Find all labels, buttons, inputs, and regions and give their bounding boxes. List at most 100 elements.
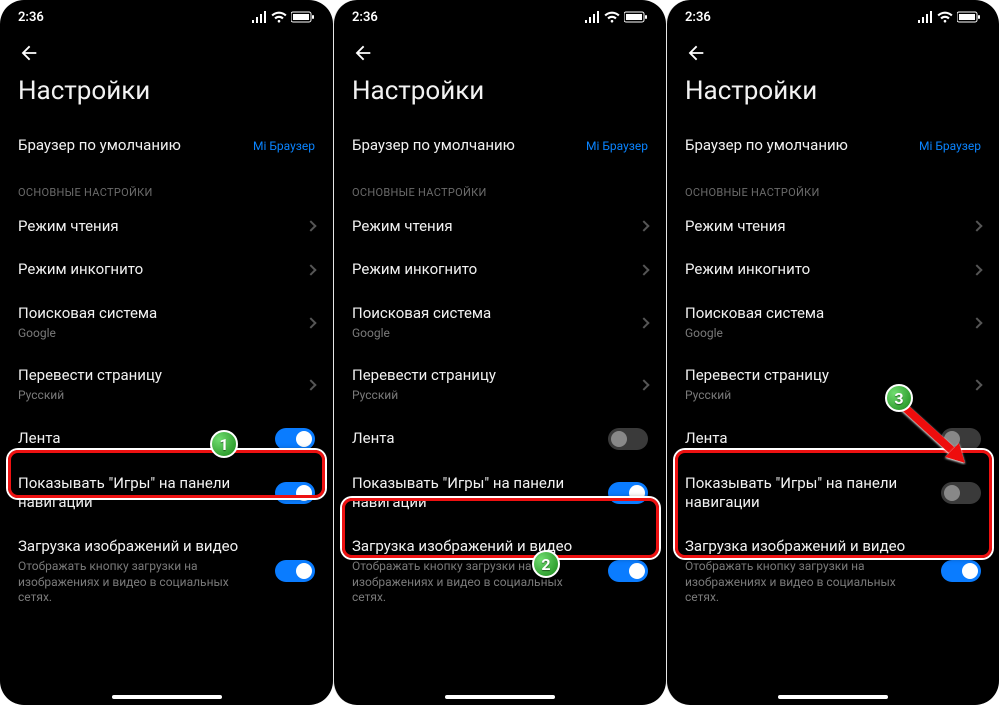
row-search-engine[interactable]: Поисковая система Google	[667, 292, 999, 354]
reading-mode-label: Режим чтения	[685, 217, 963, 237]
chevron-right-icon	[638, 221, 649, 232]
chevron-right-icon	[971, 264, 982, 275]
battery-icon	[624, 11, 648, 23]
row-reading-mode[interactable]: Режим чтения	[334, 205, 666, 249]
translate-label: Перевести страницу	[352, 366, 630, 386]
clock: 2:36	[18, 10, 44, 25]
status-bar: 2:36	[0, 0, 333, 34]
translate-value: Русский	[685, 388, 963, 404]
translate-value: Русский	[18, 388, 297, 404]
row-download-media[interactable]: Загрузка изображений и видео Отображать …	[667, 525, 999, 618]
default-browser-value: Mi Браузер	[919, 139, 981, 153]
back-row	[334, 34, 666, 66]
feed-toggle[interactable]	[275, 428, 315, 450]
download-media-toggle[interactable]	[941, 560, 981, 582]
row-show-games[interactable]: Показывать "Игры" на панели навигации	[0, 462, 333, 525]
show-games-label: Показывать "Игры" на панели навигации	[685, 474, 931, 513]
status-icons	[584, 11, 648, 23]
page-title: Настройки	[334, 66, 666, 124]
chevron-right-icon	[305, 221, 316, 232]
download-media-toggle[interactable]	[608, 560, 648, 582]
status-icons	[917, 11, 981, 23]
translate-value: Русский	[352, 388, 630, 404]
phone-screen-3: 2:36 Настройки Браузер по умолчанию Mi Б…	[666, 0, 999, 705]
row-show-games[interactable]: Показывать "Игры" на панели навигации	[334, 462, 666, 525]
gesture-bar[interactable]	[112, 695, 222, 699]
show-games-label: Показывать "Игры" на панели навигации	[352, 474, 598, 513]
battery-icon	[957, 11, 981, 23]
row-translate[interactable]: Перевести страницу Русский	[667, 354, 999, 416]
default-browser-label: Браузер по умолчанию	[685, 136, 909, 156]
row-translate[interactable]: Перевести страницу Русский	[0, 354, 333, 416]
row-download-media[interactable]: Загрузка изображений и видео Отображать …	[0, 525, 333, 618]
search-engine-value: Google	[685, 326, 963, 342]
download-media-label: Загрузка изображений и видео	[685, 537, 931, 557]
section-main-header: ОСНОВНЫЕ НАСТРОЙКИ	[0, 168, 333, 205]
status-bar: 2:36	[667, 0, 999, 34]
feed-toggle[interactable]	[941, 428, 981, 450]
feed-label: Лента	[18, 429, 265, 449]
download-media-toggle[interactable]	[275, 560, 315, 582]
back-row	[0, 34, 333, 66]
incognito-mode-label: Режим инкогнито	[352, 260, 630, 280]
row-reading-mode[interactable]: Режим чтения	[0, 205, 333, 249]
row-show-games[interactable]: Показывать "Игры" на панели навигации	[667, 462, 999, 525]
incognito-mode-label: Режим инкогнито	[18, 260, 297, 280]
chevron-right-icon	[971, 379, 982, 390]
back-icon[interactable]	[18, 42, 315, 64]
reading-mode-label: Режим чтения	[18, 217, 297, 237]
signal-icon	[251, 11, 267, 23]
games-toggle[interactable]	[608, 482, 648, 504]
phone-screen-2: 2:36 Настройки Браузер по умолчанию Mi Б…	[333, 0, 666, 705]
row-feed[interactable]: Лента	[334, 416, 666, 462]
default-browser-value: Mi Браузер	[586, 139, 648, 153]
row-feed[interactable]: Лента	[667, 416, 999, 462]
chevron-right-icon	[971, 221, 982, 232]
clock: 2:36	[685, 10, 711, 25]
search-engine-value: Google	[18, 326, 297, 342]
feed-label: Лента	[685, 429, 931, 449]
search-engine-label: Поисковая система	[352, 304, 630, 324]
feed-toggle[interactable]	[608, 428, 648, 450]
signal-icon	[584, 11, 600, 23]
download-media-label: Загрузка изображений и видео	[352, 537, 598, 557]
games-toggle[interactable]	[941, 482, 981, 504]
row-translate[interactable]: Перевести страницу Русский	[334, 354, 666, 416]
show-games-label: Показывать "Игры" на панели навигации	[18, 474, 265, 513]
chevron-right-icon	[971, 317, 982, 328]
wifi-icon	[937, 11, 953, 23]
row-default-browser[interactable]: Браузер по умолчанию Mi Браузер	[0, 124, 333, 168]
back-icon[interactable]	[685, 42, 981, 64]
chevron-right-icon	[638, 379, 649, 390]
row-feed[interactable]: Лента	[0, 416, 333, 462]
back-icon[interactable]	[352, 42, 648, 64]
row-download-media[interactable]: Загрузка изображений и видео Отображать …	[334, 525, 666, 618]
download-media-sub: Отображать кнопку загрузки на изображени…	[18, 559, 265, 606]
signal-icon	[917, 11, 933, 23]
gesture-bar[interactable]	[445, 695, 555, 699]
battery-icon	[291, 11, 315, 23]
games-toggle[interactable]	[275, 482, 315, 504]
clock: 2:36	[352, 10, 378, 25]
row-search-engine[interactable]: Поисковая система Google	[0, 292, 333, 354]
incognito-mode-label: Режим инкогнито	[685, 260, 963, 280]
chevron-right-icon	[638, 317, 649, 328]
search-engine-value: Google	[352, 326, 630, 342]
gesture-bar[interactable]	[778, 695, 888, 699]
status-bar: 2:36	[334, 0, 666, 34]
row-reading-mode[interactable]: Режим чтения	[667, 205, 999, 249]
row-default-browser[interactable]: Браузер по умолчанию Mi Браузер	[667, 124, 999, 168]
row-incognito-mode[interactable]: Режим инкогнито	[0, 248, 333, 292]
default-browser-label: Браузер по умолчанию	[18, 136, 243, 156]
phone-screen-1: 2:36 Настройки Браузер по умолчанию Mi Б…	[0, 0, 333, 705]
row-incognito-mode[interactable]: Режим инкогнито	[667, 248, 999, 292]
row-incognito-mode[interactable]: Режим инкогнито	[334, 248, 666, 292]
row-search-engine[interactable]: Поисковая система Google	[334, 292, 666, 354]
search-engine-label: Поисковая система	[18, 304, 297, 324]
chevron-right-icon	[305, 379, 316, 390]
chevron-right-icon	[305, 317, 316, 328]
download-media-sub: Отображать кнопку загрузки на изображени…	[352, 559, 598, 606]
translate-label: Перевести страницу	[685, 366, 963, 386]
row-default-browser[interactable]: Браузер по умолчанию Mi Браузер	[334, 124, 666, 168]
chevron-right-icon	[305, 264, 316, 275]
